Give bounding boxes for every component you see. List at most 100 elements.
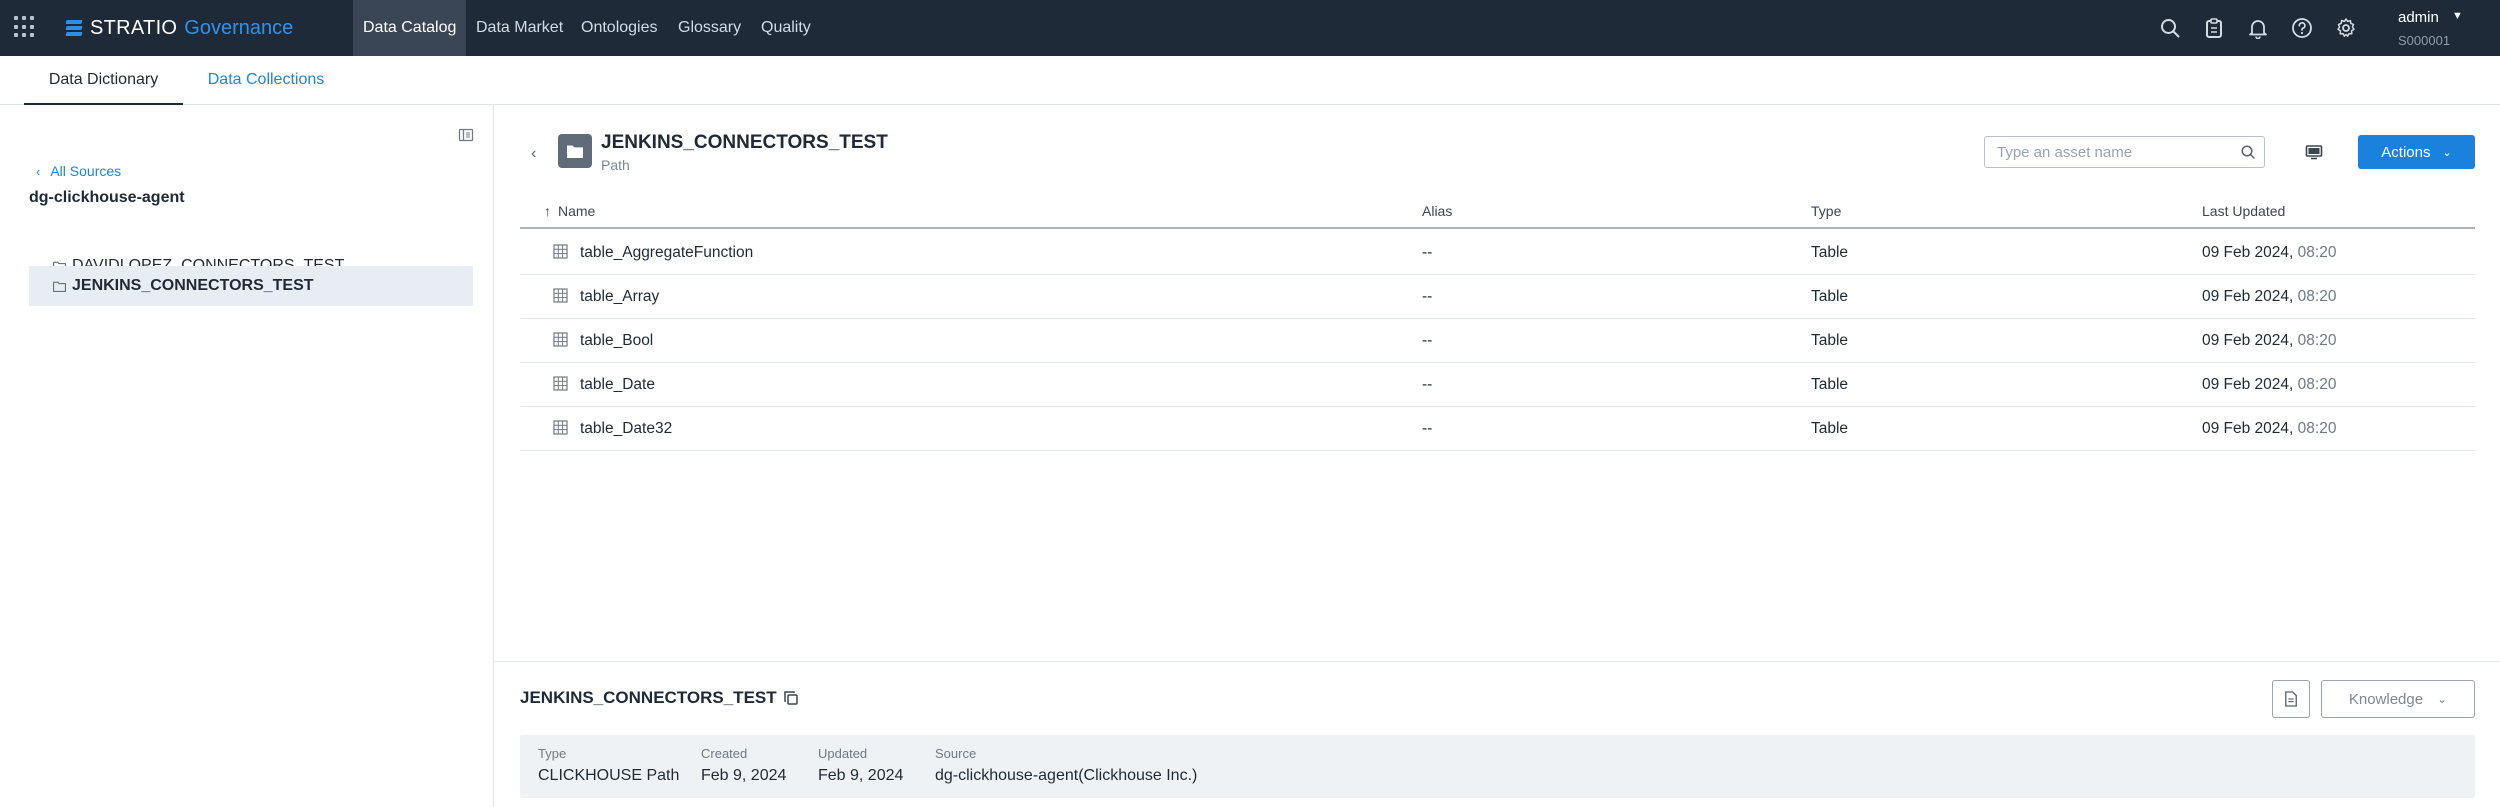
source-agent-name: dg-clickhouse-agent — [29, 189, 185, 206]
nav-ontologies[interactable]: Ontologies — [571, 0, 668, 56]
tab-data-collections[interactable]: Data Collections — [196, 56, 336, 104]
details-divider — [495, 661, 2500, 662]
table-row[interactable]: table_Date -- Table 09 Feb 2024, 08:20 — [520, 363, 2475, 407]
meta-value: dg-clickhouse-agent(Clickhouse Inc.) — [935, 767, 1198, 784]
column-type-header[interactable]: Type — [1811, 203, 1841, 219]
table-row[interactable]: table_DateTime--Table09 Feb 2024, 08:20 — [520, 451, 2475, 461]
assets-table: ↑ Name Alias Type Last Updated table_Agg… — [520, 193, 2475, 461]
cell-alias: -- — [1422, 376, 1433, 393]
section-tabs: Data Dictionary Data Collections — [0, 56, 2500, 105]
clipboard-icon[interactable] — [2203, 17, 2225, 39]
details-title: JENKINS_CONNECTORS_TEST — [520, 688, 777, 707]
cell-last-updated: 09 Feb 2024, 08:20 — [2202, 420, 2336, 438]
page-title: JENKINS_CONNECTORS_TEST — [601, 132, 888, 153]
table-row[interactable]: table_AggregateFunction -- Table 09 Feb 202… — [520, 231, 2475, 275]
table-row[interactable]: table_Array -- Table 09 Feb 2024, 08:20 — [520, 275, 2475, 319]
brand-name: STRATIO — [90, 16, 178, 39]
knowledge-label: Knowledge — [2348, 690, 2424, 708]
meta-key: Updated — [818, 746, 868, 761]
column-alias-header[interactable]: Alias — [1422, 203, 1452, 219]
meta-key: Created — [701, 746, 748, 761]
cell-last-updated: 09 Feb 2024, 08:20 — [2202, 244, 2336, 262]
help-icon[interactable] — [2291, 17, 2313, 39]
all-sources-link[interactable]: ‹ All Sources — [36, 163, 121, 179]
cell-alias: -- — [1422, 420, 1433, 437]
table-header: ↑ Name Alias Type Last Updated — [520, 193, 2475, 229]
cell-time: 08:20 — [2297, 376, 2337, 393]
brand-subtitle: Governance — [184, 16, 294, 39]
tree-item-jenkins[interactable]: JENKINS_CONNECTORS_TEST — [29, 266, 473, 306]
chevron-left-icon: ‹ — [36, 164, 41, 179]
cell-date: 09 Feb 2024, — [2202, 420, 2298, 437]
meta-value: Feb 9, 2024 — [701, 767, 787, 784]
tab-data-dictionary[interactable]: Data Dictionary — [24, 56, 183, 105]
table-icon — [553, 420, 568, 435]
nav-glossary[interactable]: Glossary — [668, 0, 751, 56]
document-button[interactable] — [2272, 680, 2310, 718]
meta-type: Type CLICKHOUSE Path — [538, 746, 679, 785]
back-chevron-icon[interactable]: ‹ — [531, 145, 536, 163]
main-panel: ‹ JENKINS_CONNECTORS_TEST Path Actions⌄ … — [495, 105, 2500, 807]
monitor-icon[interactable] — [2304, 142, 2324, 162]
sort-arrow-icon[interactable]: ↑ — [544, 203, 551, 219]
cell-name[interactable]: table_Bool — [580, 332, 653, 350]
table-icon — [553, 376, 568, 391]
table-row[interactable]: table_Bool -- Table 09 Feb 2024, 08:20 — [520, 319, 2475, 363]
cell-alias: -- — [1422, 332, 1433, 349]
collapse-panel-icon[interactable] — [458, 127, 474, 143]
meta-updated: Updated Feb 9, 2024 — [818, 746, 903, 785]
nav-data-catalog[interactable]: Data Catalog — [353, 0, 467, 56]
cell-time: 08:20 — [2297, 244, 2337, 261]
top-bar: STRATIO Governance Data Catalog Data Mar… — [0, 0, 2500, 56]
cell-type: Table — [1811, 244, 1849, 261]
meta-source: Source dg-clickhouse-agent(Clickhouse In… — [935, 746, 1197, 785]
cell-name[interactable]: table_Date32 — [580, 420, 672, 438]
meta-key: Type — [538, 746, 567, 761]
cell-type: Table — [1811, 288, 1849, 305]
nav-data-market[interactable]: Data Market — [466, 0, 573, 56]
apps-grid-icon[interactable] — [14, 16, 36, 38]
gear-icon[interactable] — [2335, 17, 2357, 39]
cell-date: 09 Feb 2024, — [2202, 244, 2298, 261]
cell-name[interactable]: table_Array — [580, 288, 659, 306]
nav-quality[interactable]: Quality — [751, 0, 821, 56]
chevron-down-icon: ⌄ — [2437, 692, 2448, 706]
cell-name[interactable]: table_Date — [580, 376, 655, 394]
user-name[interactable]: admin — [2398, 9, 2439, 26]
page-subtitle: Path — [601, 157, 630, 173]
search-icon[interactable] — [2240, 144, 2256, 160]
search-icon[interactable] — [2159, 17, 2181, 39]
meta-key: Source — [935, 746, 977, 761]
knowledge-dropdown[interactable]: Knowledge ⌄ — [2321, 680, 2475, 718]
copy-icon[interactable] — [783, 690, 799, 706]
asset-search — [1984, 136, 2265, 168]
folder-icon — [53, 281, 66, 292]
cell-name[interactable]: table_AggregateFunction — [580, 244, 753, 262]
chevron-down-icon: ⌄ — [2442, 146, 2452, 159]
asset-search-input[interactable] — [1985, 137, 2225, 167]
cell-time: 08:20 — [2297, 332, 2337, 349]
cell-last-updated: 09 Feb 2024, 08:20 — [2202, 376, 2336, 394]
user-dropdown-icon[interactable]: ▼ — [2452, 10, 2463, 22]
table-icon — [553, 244, 568, 259]
cell-time: 08:20 — [2297, 420, 2337, 437]
column-updated-header[interactable]: Last Updated — [2202, 203, 2285, 219]
folder-icon — [558, 134, 592, 168]
cell-time: 08:20 — [2297, 288, 2337, 305]
meta-value: CLICKHOUSE Path — [538, 767, 680, 784]
cell-date: 09 Feb 2024, — [2202, 376, 2298, 393]
stratio-logo-icon — [65, 20, 83, 36]
cell-date: 09 Feb 2024, — [2202, 332, 2298, 349]
column-name-header[interactable]: Name — [558, 203, 595, 219]
all-sources-label: All Sources — [50, 163, 122, 179]
cell-alias: -- — [1422, 288, 1433, 305]
table-row[interactable]: table_Date32 -- Table 09 Feb 2024, 08:20 — [520, 407, 2475, 451]
sidebar: ‹All Sources dg-clickhouse-agent DAVIDLO… — [0, 105, 494, 807]
cell-last-updated: 09 Feb 2024, 08:20 — [2202, 288, 2336, 306]
cell-type: Table — [1811, 420, 1849, 437]
bell-icon[interactable] — [2247, 17, 2269, 40]
actions-button[interactable]: Actions ⌄ — [2358, 135, 2475, 169]
document-icon — [2285, 691, 2297, 707]
brand-logo[interactable]: STRATIO Governance — [65, 15, 294, 41]
table-icon — [553, 288, 568, 303]
